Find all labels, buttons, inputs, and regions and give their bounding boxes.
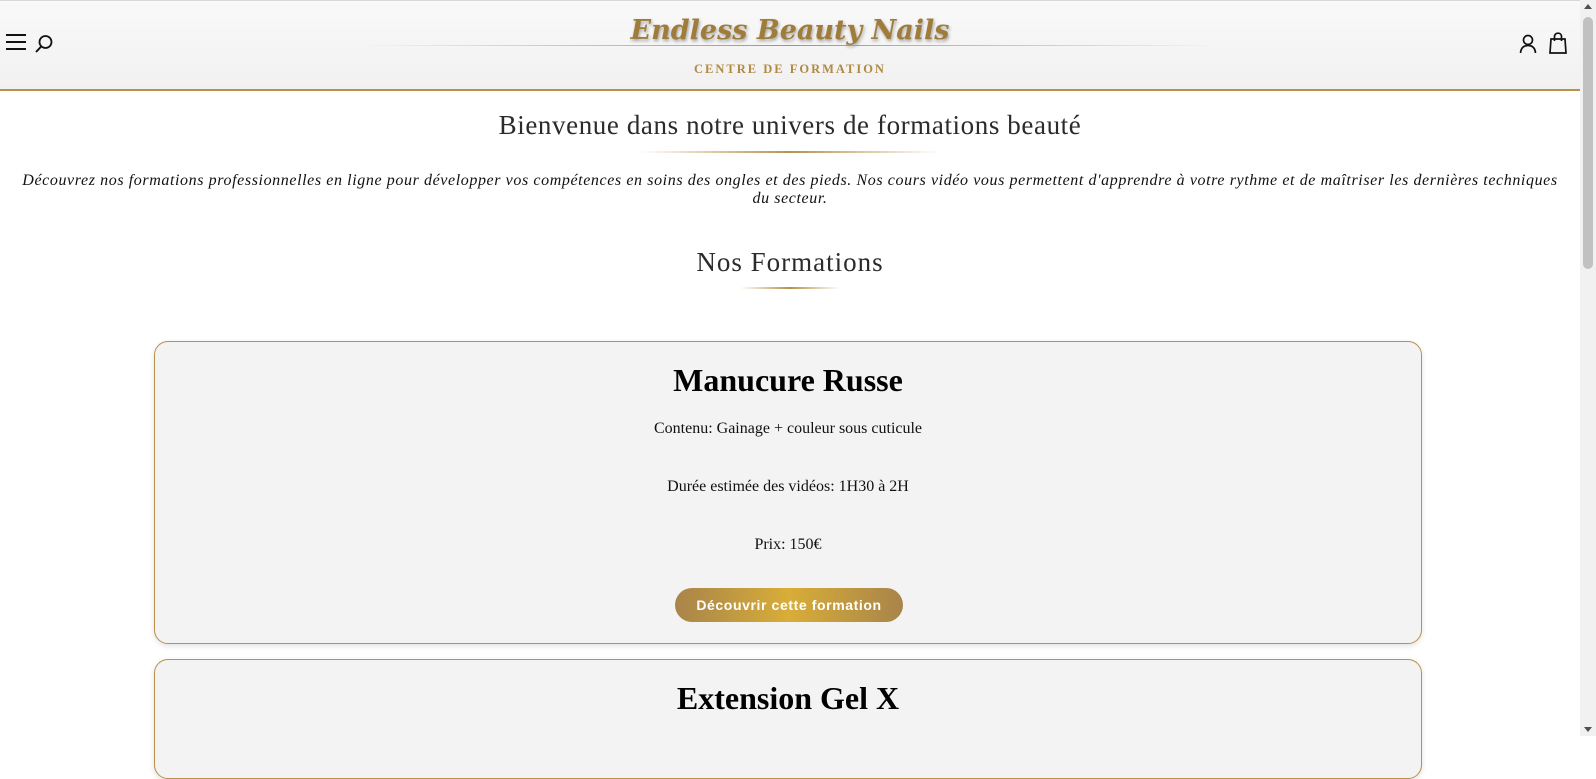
formation-card: Manucure Russe Contenu: Gainage + couleu… — [154, 341, 1422, 644]
logo-subtitle: CENTRE DE FORMATION — [694, 62, 886, 76]
scroll-down-arrow-icon[interactable] — [1584, 727, 1592, 732]
site-header: Endless Beauty Nails CENTRE DE FORMATION — [0, 0, 1580, 91]
formation-card: Extension Gel X — [154, 659, 1422, 779]
logo-title[interactable]: Endless Beauty Nails — [631, 15, 950, 46]
section-divider — [740, 287, 840, 289]
shopping-bag-icon[interactable] — [1548, 32, 1568, 54]
formation-title: Extension Gel X — [676, 680, 900, 716]
formation-title: Manucure Russe — [673, 362, 903, 398]
scroll-up-arrow-icon[interactable] — [1584, 4, 1592, 9]
intro-text: Découvrez nos formations professionnelle… — [22, 172, 1558, 207]
logo-divider — [360, 45, 1220, 46]
section-title: Nos Formations — [696, 247, 884, 277]
formation-duration: Durée estimée des vidéos: 1H30 à 2H — [667, 478, 909, 495]
formation-price: Prix: 150€ — [754, 536, 822, 553]
discover-formation-button[interactable]: Découvrir cette formation — [675, 588, 903, 622]
account-icon[interactable] — [1518, 33, 1538, 55]
scrollbar[interactable] — [1580, 0, 1596, 736]
welcome-divider — [640, 151, 940, 153]
welcome-title: Bienvenue dans notre univers de formatio… — [498, 110, 1082, 140]
formation-content: Contenu: Gainage + couleur sous cuticule — [653, 420, 923, 437]
logo[interactable]: Endless Beauty Nails — [0, 15, 1580, 46]
scrollbar-thumb[interactable] — [1583, 17, 1593, 269]
